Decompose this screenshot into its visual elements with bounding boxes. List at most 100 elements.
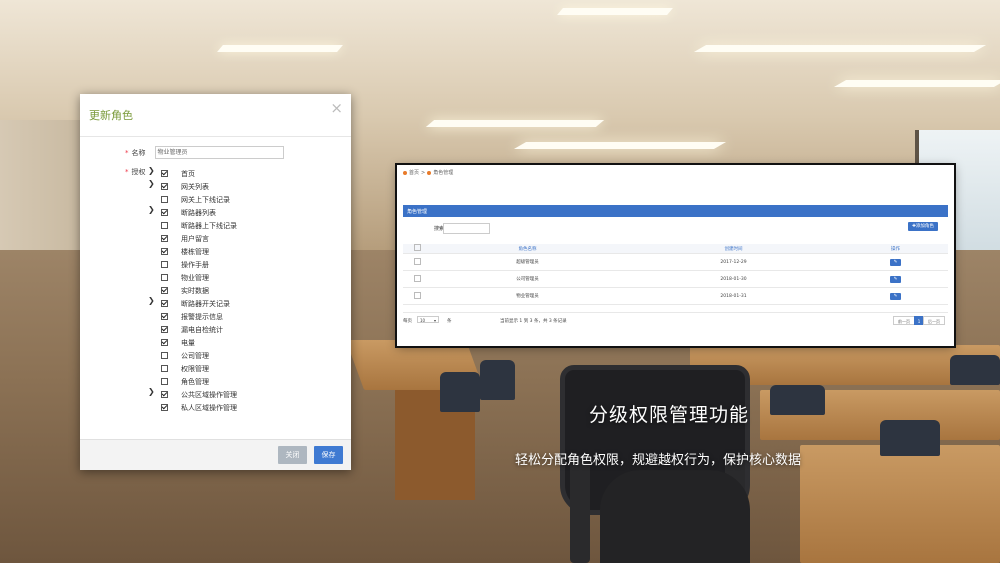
close-icon[interactable]: × [330, 99, 343, 117]
modal-footer: 关闭 保存 [80, 439, 351, 470]
home-icon [403, 170, 407, 175]
tree-item-checkbox[interactable] [161, 300, 168, 307]
update-role-modal: 更新角色 × * 名称 物业管理员 * 授权 ❯ 首页 ❯ 网关列表 网关上下线记录 ❯ 断路… [80, 94, 351, 470]
chevron-down-icon: ▾ [433, 318, 436, 323]
panel-title: 角色管理 [407, 209, 428, 215]
tree-item-label: 私人区域操作管理 [181, 403, 237, 412]
role-management-panel: 首页 > 角色管理 角色管理 搜索 ✚添加角色 角色名称 创建时间 操作 超级管… [397, 165, 954, 346]
ceiling-light [557, 8, 673, 15]
row-select-cell [403, 274, 431, 284]
seat [770, 385, 825, 415]
column-header-name[interactable]: 角色名称 [431, 246, 624, 252]
table-row[interactable]: 物业管理员 2018-01-31 ✎ [403, 288, 948, 305]
tree-item-label: 断路器列表 [181, 208, 216, 217]
search-input[interactable] [443, 223, 490, 234]
tree-item-checkbox[interactable] [161, 248, 168, 255]
role-name-cell: 公司管理员 [516, 277, 539, 282]
edit-icon[interactable]: ✎ [890, 258, 901, 266]
tree-item-checkbox[interactable] [161, 378, 168, 385]
ceiling-light [833, 80, 1000, 87]
tree-item-checkbox[interactable] [161, 313, 168, 320]
tree-item-checkbox[interactable] [161, 287, 168, 294]
panel-header: 角色管理 [403, 205, 948, 217]
chevron-right-icon[interactable]: ❯ [148, 179, 155, 188]
tree-item-checkbox[interactable] [161, 404, 168, 411]
breadcrumb: 首页 > 角色管理 [403, 169, 453, 176]
breadcrumb-home[interactable]: 首页 [409, 169, 419, 176]
page-size-select[interactable]: 10 ▾ [417, 316, 439, 323]
tree-item-label: 用户留言 [181, 234, 209, 243]
office-chair [570, 455, 590, 563]
tree-item-checkbox[interactable] [161, 222, 168, 229]
prev-page-button[interactable]: 前一页 [893, 316, 915, 325]
ceiling-light [425, 120, 605, 127]
tree-item-checkbox[interactable] [161, 352, 168, 359]
created-date-cell: 2018-01-31 [720, 293, 747, 299]
select-all-checkbox[interactable] [413, 244, 421, 251]
chevron-right-icon[interactable]: ❯ [148, 296, 155, 305]
tree-item-checkbox[interactable] [161, 326, 168, 333]
edit-icon[interactable]: ✎ [890, 275, 901, 283]
actions-cell: ✎ [843, 275, 948, 283]
tree-item-label: 首页 [181, 169, 195, 178]
ceiling-light [217, 45, 343, 52]
add-role-button[interactable]: ✚添加角色 [908, 222, 938, 231]
breadcrumb-separator: > [421, 169, 426, 176]
edit-icon[interactable]: ✎ [890, 292, 901, 300]
column-header-created[interactable]: 创建时间 [624, 246, 843, 252]
modal-header: 更新角色 × [80, 94, 351, 137]
pagination: 每页 10 ▾ 条 当前显示 1 到 3 条，共 3 条记录 前一页 1 后一页 [403, 312, 948, 329]
table-row[interactable]: 公司管理员 2018-01-30 ✎ [403, 271, 948, 288]
perm-label-row: * 授权 [125, 167, 146, 177]
tree-item-label: 操作手册 [181, 260, 209, 269]
name-input[interactable]: 物业管理员 [154, 146, 284, 159]
tree-item-label: 角色管理 [181, 377, 209, 386]
chevron-right-icon[interactable]: ❯ [148, 387, 155, 396]
page-size-unit: 条 [447, 319, 452, 324]
row-select-cell [403, 257, 431, 267]
breadcrumb-current: 角色管理 [433, 170, 454, 176]
tree-item-checkbox[interactable] [161, 261, 168, 268]
tree-item-checkbox[interactable] [161, 274, 168, 281]
tree-item-checkbox[interactable] [161, 170, 168, 177]
table-row[interactable]: 超级管理员 2017-12-29 ✎ [403, 254, 948, 271]
tree-item-checkbox[interactable] [161, 196, 168, 203]
ceiling-light [513, 142, 727, 149]
table-body: 超级管理员 2017-12-29 ✎ 公司管理员 2018-01-30 ✎ 物业管理员 201… [403, 254, 948, 305]
column-header-actions: 操作 [891, 246, 900, 252]
tree-item-checkbox[interactable] [161, 209, 168, 216]
select-all-cell [403, 244, 431, 253]
actions-cell: ✎ [843, 258, 948, 266]
name-label: 名称 [131, 148, 146, 157]
pagination-info: 当前显示 1 到 3 条，共 3 条记录 [500, 319, 567, 324]
tree-item-checkbox[interactable] [161, 365, 168, 372]
chevron-right-icon[interactable]: ❯ [148, 205, 155, 214]
tree-item-label: 断路器开关记录 [181, 299, 230, 308]
row-checkbox[interactable] [413, 274, 421, 282]
caption-title: 分级权限管理功能 [589, 404, 750, 426]
page-size-value: 10 [420, 318, 426, 323]
save-button[interactable]: 保存 [314, 446, 343, 464]
required-marker: * [125, 148, 129, 157]
chevron-right-icon[interactable]: ❯ [148, 166, 155, 175]
tree-item-label: 公司管理 [181, 351, 209, 360]
name-row: * 名称 物业管理员 [125, 146, 284, 159]
tree-item-checkbox[interactable] [161, 391, 168, 398]
role-name-cell: 超级管理员 [516, 260, 539, 265]
tree-item-label: 物业管理 [181, 273, 209, 282]
tree-item-label: 漏电自检统计 [181, 325, 223, 334]
next-page-button[interactable]: 后一页 [923, 316, 945, 325]
tree-item-checkbox[interactable] [161, 235, 168, 242]
tree-item-checkbox[interactable] [161, 183, 168, 190]
row-checkbox[interactable] [413, 257, 421, 265]
tree-item-label: 电量 [181, 338, 195, 347]
tree-item-checkbox[interactable] [161, 339, 168, 346]
desk [800, 445, 1000, 563]
close-button[interactable]: 关闭 [278, 446, 307, 464]
seat [480, 360, 515, 400]
created-date-cell: 2017-12-29 [720, 259, 747, 265]
created-date-cell: 2018-01-30 [720, 276, 747, 282]
tree-item-label: 权限管理 [181, 364, 209, 373]
page-icon [427, 170, 432, 175]
row-checkbox[interactable] [413, 291, 421, 299]
